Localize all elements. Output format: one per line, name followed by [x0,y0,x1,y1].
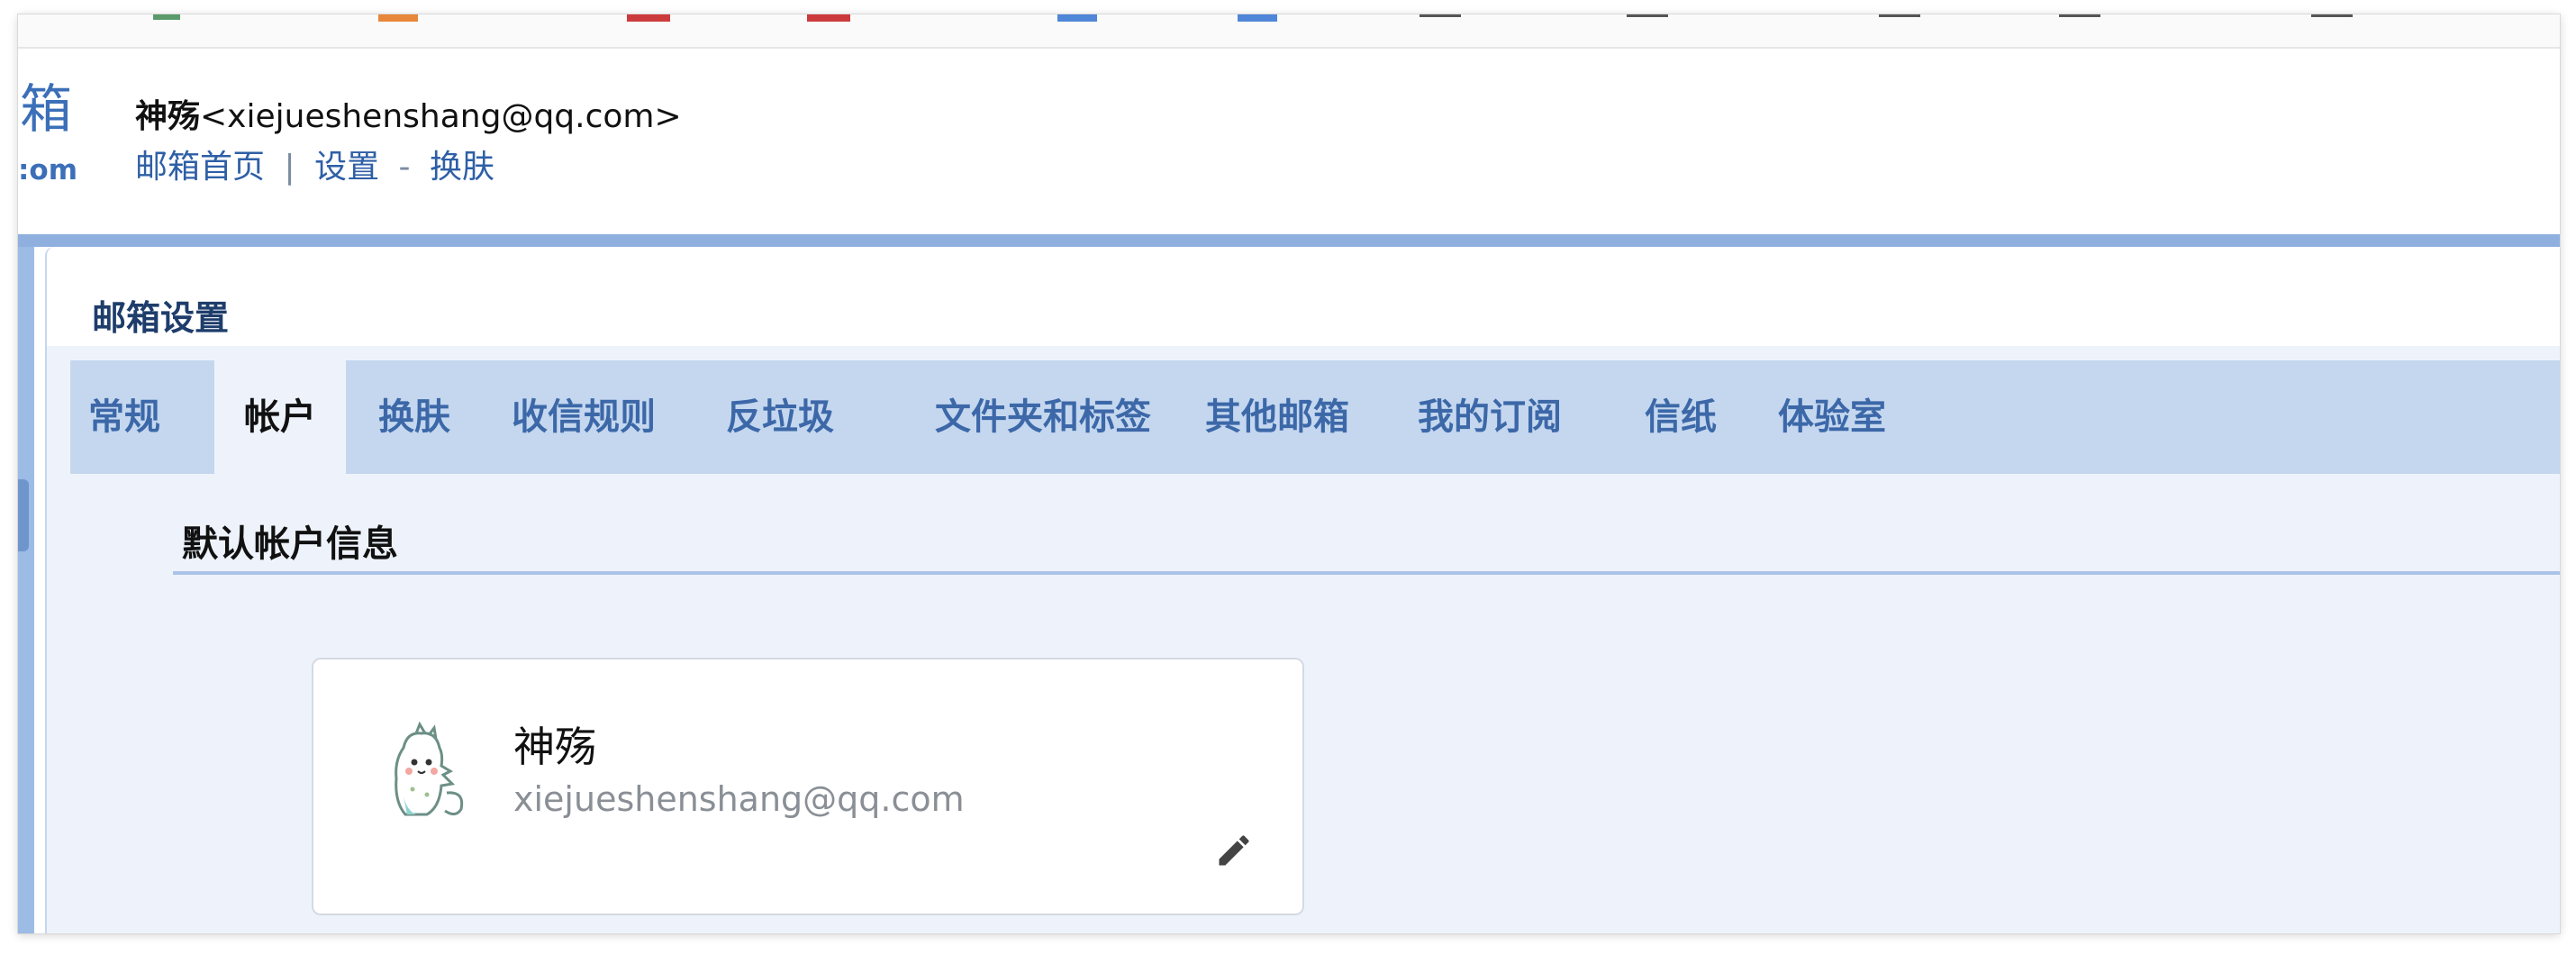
account-name: 神殇 [513,723,596,771]
tab-lab[interactable]: 体验室 [1778,360,1886,474]
user-email: <xiejueshenshang@qq.com> [200,98,682,135]
dinosaur-avatar-icon[interactable] [376,721,470,829]
bookmark-favicon[interactable] [807,14,850,22]
mail-logo[interactable]: 箱 [20,83,72,135]
mailbox-home-link[interactable]: 邮箱首页 [135,151,265,184]
tab-skin[interactable]: 换肤 [378,360,450,474]
user-name: 神殇 [135,98,201,135]
settings-panel: 邮箱设置 常规 帐户 换肤 收信规则 反垃圾 文件夹和标签 其他邮箱 我的订阅 … [45,247,2560,933]
bookmark-item[interactable] [2311,14,2353,17]
settings-link[interactable]: 设置 [314,151,379,184]
tab-anti-spam[interactable]: 反垃圾 [726,360,834,474]
tab-mail-rules[interactable]: 收信规则 [512,360,656,474]
link-separator: | [284,149,295,186]
skin-link[interactable]: 换肤 [430,151,494,184]
tab-other-mailboxes[interactable]: 其他邮箱 [1205,360,1349,474]
bookmark-item[interactable] [1420,14,1461,17]
tab-folders-labels[interactable]: 文件夹和标签 [935,360,1151,474]
section-divider [173,571,2560,575]
settings-tabs: 常规 帐户 换肤 收信规则 反垃圾 文件夹和标签 其他邮箱 我的订阅 信纸 体验… [70,360,2560,474]
bookmark-item[interactable] [1879,14,1920,17]
bookmark-item[interactable] [2059,14,2100,17]
left-nav-rail [18,247,34,933]
link-separator: - [398,149,411,186]
bookmark-favicon[interactable] [1238,14,1277,22]
bookmark-favicon[interactable] [378,14,418,22]
bookmark-favicon[interactable] [153,14,180,20]
browser-window: 箱 :om 神殇<xiejueshenshang@qq.com> 邮箱首页 | … [18,14,2560,933]
bookmark-favicon[interactable] [1057,14,1097,22]
settings-header [47,247,2560,346]
tab-account[interactable]: 帐户 [214,360,346,474]
bookmark-bar [18,14,2560,49]
tab-my-subscriptions[interactable]: 我的订阅 [1418,360,1562,474]
pencil-icon[interactable] [1214,831,1254,870]
mail-logo-domain[interactable]: :om [18,157,77,185]
account-card: 神殇 xiejueshenshang@qq.com [312,658,1304,915]
page-title: 邮箱设置 [92,298,230,338]
header-divider-band [18,234,2560,247]
bookmark-favicon[interactable] [627,14,670,22]
tab-stationery[interactable]: 信纸 [1645,360,1717,474]
tab-general[interactable]: 常规 [88,360,160,474]
left-nav-handle[interactable] [18,479,29,551]
section-title: 默认帐户信息 [182,523,398,565]
header-links: 邮箱首页 | 设置 - 换肤 [135,151,494,184]
account-email: xiejueshenshang@qq.com [513,779,965,819]
bookmark-item[interactable] [1627,14,1668,17]
user-identity: 神殇<xiejueshenshang@qq.com> [135,101,682,133]
